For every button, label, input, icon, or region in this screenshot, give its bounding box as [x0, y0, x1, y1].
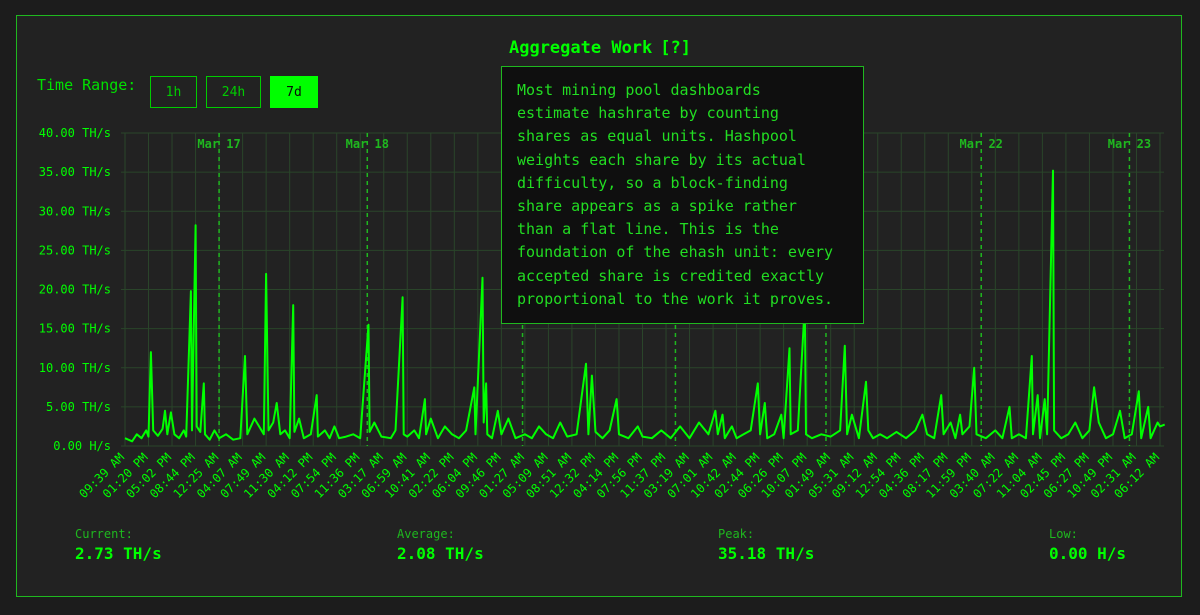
peak-label: Peak:	[718, 527, 755, 541]
y-tick-label: 30.00 TH/s	[39, 204, 111, 218]
day-marker-label: Mar 17	[197, 137, 240, 151]
y-tick-label: 0.00 H/s	[53, 439, 111, 453]
y-tick-label: 15.00 TH/s	[39, 322, 111, 336]
average-value: 2.08 TH/s	[397, 544, 484, 563]
current-label: Current:	[75, 527, 133, 541]
low-label: Low:	[1049, 527, 1078, 541]
day-marker-label: Mar 23	[1108, 137, 1151, 151]
peak-value: 35.18 TH/s	[718, 544, 815, 563]
current-value: 2.73 TH/s	[75, 544, 162, 563]
y-tick-label: 40.00 TH/s	[39, 126, 111, 140]
average-label: Average:	[397, 527, 455, 541]
y-tick-label: 35.00 TH/s	[39, 165, 111, 179]
y-tick-label: 5.00 TH/s	[46, 400, 111, 414]
day-marker-label: Mar 22	[960, 137, 1003, 151]
aggregate-work-panel: Aggregate Work [?] Time Range: 1h 24h 7d …	[16, 15, 1182, 597]
y-tick-label: 10.00 TH/s	[39, 361, 111, 375]
low-value: 0.00 H/s	[1049, 544, 1127, 563]
y-tick-label: 25.00 TH/s	[39, 243, 111, 257]
day-marker-label: Mar 18	[346, 137, 389, 151]
help-tooltip: Most mining pool dashboards estimate has…	[501, 66, 864, 324]
y-tick-label: 20.00 TH/s	[39, 283, 111, 297]
